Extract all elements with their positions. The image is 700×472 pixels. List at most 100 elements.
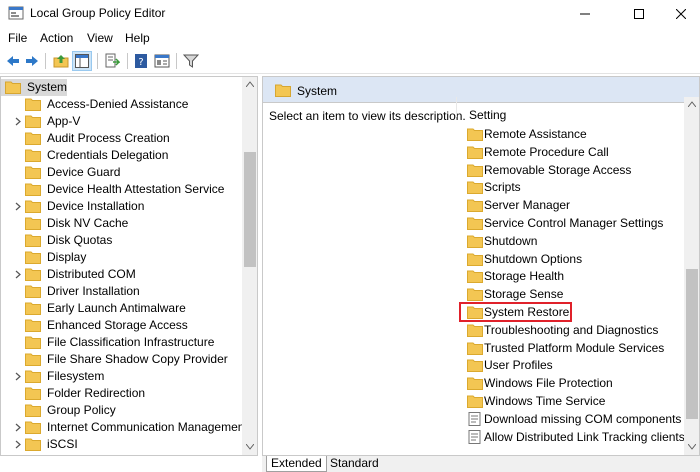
details-scrollbar[interactable] bbox=[684, 97, 699, 455]
setting-folder-row[interactable]: Server Manager bbox=[463, 196, 693, 214]
help-button[interactable]: ? bbox=[131, 51, 151, 71]
tree-item-label: Filesystem bbox=[47, 369, 105, 383]
tab-extended[interactable]: Extended bbox=[266, 456, 327, 472]
chevron-right-icon[interactable] bbox=[14, 423, 22, 432]
back-button[interactable] bbox=[3, 51, 23, 71]
tree-scrollbar-thumb[interactable] bbox=[244, 152, 256, 267]
setting-label: Storage Health bbox=[484, 269, 565, 284]
tree-item-label: Early Launch Antimalware bbox=[47, 301, 186, 315]
setting-folder-row[interactable]: Troubleshooting and Diagnostics bbox=[463, 321, 693, 339]
chevron-right-icon[interactable] bbox=[14, 440, 22, 449]
setting-folder-row[interactable]: Shutdown bbox=[463, 232, 693, 250]
tree-item[interactable]: Enhanced Storage Access bbox=[1, 317, 241, 334]
folder-icon bbox=[467, 181, 483, 195]
tree-item[interactable]: File Classification Infrastructure bbox=[1, 334, 241, 351]
tree-item-label: Disk NV Cache bbox=[47, 216, 129, 230]
tree-item[interactable]: Access-Denied Assistance bbox=[1, 96, 241, 113]
tree-pane[interactable]: System Access-Denied Assistance App-V Audi… bbox=[0, 76, 258, 456]
minimize-button[interactable] bbox=[562, 0, 608, 27]
tree-item[interactable]: Folder Redirection bbox=[1, 385, 241, 402]
gpedit-app-icon bbox=[8, 6, 24, 20]
folder-icon bbox=[467, 270, 483, 284]
folder-icon bbox=[25, 285, 41, 298]
setting-label: Download missing COM components bbox=[484, 411, 682, 426]
setting-folder-row[interactable]: User Profiles bbox=[463, 356, 693, 374]
chevron-right-icon[interactable] bbox=[14, 372, 22, 381]
column-header-setting[interactable]: Setting bbox=[469, 108, 506, 122]
setting-label: Service Control Manager Settings bbox=[484, 216, 664, 230]
show-hide-tree-button[interactable] bbox=[72, 51, 92, 71]
chevron-right-icon[interactable] bbox=[14, 202, 22, 211]
setting-folder-row[interactable]: Shutdown Options bbox=[463, 250, 693, 268]
menu-action[interactable]: Action bbox=[40, 31, 73, 45]
tree-item[interactable]: KDC bbox=[1, 453, 241, 456]
tree-item[interactable]: Driver Installation bbox=[1, 283, 241, 300]
scroll-down-icon[interactable] bbox=[246, 444, 254, 450]
tree-item[interactable]: Device Health Attestation Service bbox=[1, 181, 241, 198]
policy-setting-icon bbox=[468, 429, 481, 444]
setting-folder-row[interactable]: Windows Time Service bbox=[463, 392, 693, 410]
export-list-button[interactable] bbox=[102, 51, 122, 71]
setting-folder-row[interactable]: Remote Assistance bbox=[463, 125, 693, 143]
tree-item[interactable]: Audit Process Creation bbox=[1, 130, 241, 147]
details-scrollbar-thumb[interactable] bbox=[686, 269, 698, 419]
setting-folder-row[interactable]: Scripts bbox=[463, 178, 693, 196]
tree-root-system[interactable]: System bbox=[1, 79, 67, 96]
setting-label: Windows File Protection bbox=[484, 376, 613, 391]
setting-label: Troubleshooting and Diagnostics bbox=[484, 322, 659, 337]
scroll-down-icon[interactable] bbox=[688, 444, 696, 450]
scroll-up-icon[interactable] bbox=[246, 81, 254, 87]
details-pane[interactable]: System Select an item to view its descri… bbox=[262, 76, 700, 456]
folder-icon bbox=[467, 395, 483, 408]
tree-item[interactable]: iSCSI bbox=[1, 436, 241, 453]
scroll-up-icon[interactable] bbox=[688, 101, 696, 107]
setting-folder-row[interactable]: Remote Procedure Call bbox=[463, 143, 693, 161]
menu-view[interactable]: View bbox=[87, 31, 113, 45]
tab-standard[interactable]: Standard bbox=[326, 456, 383, 472]
chevron-right-icon[interactable] bbox=[14, 270, 22, 279]
folder-icon bbox=[467, 359, 483, 373]
tree-item[interactable]: Filesystem bbox=[1, 368, 241, 385]
tree-item[interactable]: Device Guard bbox=[1, 164, 241, 181]
tree-item[interactable]: Display bbox=[1, 249, 241, 266]
tree-item[interactable]: File Share Shadow Copy Provider bbox=[1, 351, 241, 368]
setting-folder-row[interactable]: Storage Sense bbox=[463, 285, 693, 303]
filter-icon bbox=[183, 54, 199, 68]
maximize-button[interactable] bbox=[616, 0, 662, 27]
policy-setting-row[interactable]: Download missing COM components bbox=[463, 410, 693, 428]
folder-icon bbox=[25, 149, 41, 162]
filter-button[interactable] bbox=[181, 51, 201, 71]
tree-item[interactable]: App-V bbox=[1, 113, 241, 130]
tree-item[interactable]: Internet Communication Management bbox=[1, 419, 248, 436]
folder-icon bbox=[25, 234, 41, 247]
menu-file[interactable]: File bbox=[8, 31, 27, 45]
up-one-level-button[interactable] bbox=[51, 51, 71, 71]
help-icon: ? bbox=[135, 54, 147, 68]
properties-button[interactable] bbox=[152, 51, 172, 71]
forward-button[interactable] bbox=[22, 51, 42, 71]
setting-folder-row[interactable]: Removable Storage Access bbox=[463, 161, 693, 179]
menu-help[interactable]: Help bbox=[125, 31, 150, 45]
tree-item-label: KDC bbox=[47, 454, 72, 455]
setting-folder-row[interactable]: Trusted Platform Module Services bbox=[463, 339, 693, 357]
folder-icon bbox=[25, 115, 41, 128]
chevron-right-icon[interactable] bbox=[14, 117, 22, 126]
tree-item[interactable]: Group Policy bbox=[1, 402, 241, 419]
setting-folder-row[interactable]: Windows File Protection bbox=[463, 374, 693, 392]
tree-item-label: Enhanced Storage Access bbox=[47, 318, 188, 332]
tree-item[interactable]: Device Installation bbox=[1, 198, 241, 215]
tree-item[interactable]: Early Launch Antimalware bbox=[1, 300, 241, 317]
svg-text:?: ? bbox=[138, 57, 143, 68]
setting-folder-row[interactable]: Storage Health bbox=[463, 267, 693, 285]
tree-item[interactable]: Disk Quotas bbox=[1, 232, 241, 249]
close-icon bbox=[676, 8, 686, 19]
tree-item[interactable]: Distributed COM bbox=[1, 266, 241, 283]
tree-item[interactable]: Disk NV Cache bbox=[1, 215, 241, 232]
folder-icon bbox=[467, 128, 483, 141]
setting-folder-row[interactable]: Service Control Manager Settings bbox=[463, 214, 693, 232]
folder-icon bbox=[25, 454, 41, 456]
tree-item[interactable]: Credentials Delegation bbox=[1, 147, 241, 164]
policy-setting-row[interactable]: Allow Distributed Link Tracking clients … bbox=[463, 428, 698, 446]
tree-scrollbar[interactable] bbox=[242, 77, 257, 455]
close-button[interactable] bbox=[658, 0, 700, 27]
